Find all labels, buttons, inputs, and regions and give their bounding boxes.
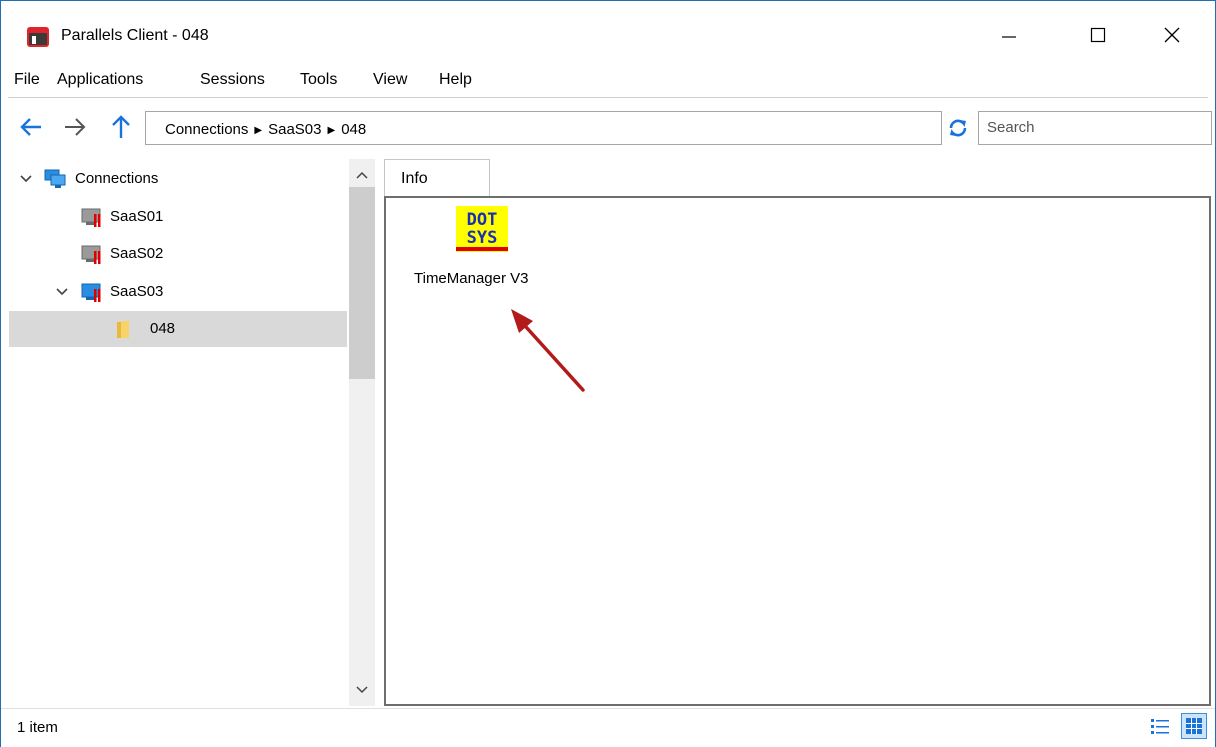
app-window: Parallels Client - 048 File Applications… (0, 0, 1216, 747)
server-connected-icon (81, 283, 101, 302)
scroll-up-button[interactable] (349, 163, 375, 187)
breadcrumb: Connections ▶ SaaS03 ▶ 048 (165, 121, 366, 138)
tree-item-saas03[interactable]: SaaS03 (9, 274, 347, 310)
chevron-down-icon[interactable] (54, 284, 70, 300)
annotation-arrow-icon (511, 309, 585, 392)
breadcrumb-separator-icon[interactable]: ▶ (327, 125, 335, 136)
dotsys-logo-icon: DOT SYS (456, 206, 508, 252)
window-title: Parallels Client - 048 (61, 27, 209, 44)
refresh-button[interactable] (945, 115, 971, 141)
breadcrumb-separator-icon[interactable]: ▶ (254, 125, 262, 136)
menu-view[interactable]: View (373, 71, 407, 89)
status-bar: 1 item (1, 708, 1215, 747)
menu-file[interactable]: File (14, 71, 40, 89)
tree-item-048[interactable]: 048 (9, 311, 347, 347)
breadcrumb-item[interactable]: SaaS03 (268, 121, 321, 138)
menu-help[interactable]: Help (439, 71, 472, 89)
refresh-icon (949, 119, 967, 137)
list-view-icon (1151, 719, 1169, 734)
tree-item-label: SaaS01 (110, 208, 164, 225)
status-text: 1 item (17, 719, 58, 736)
chevron-up-icon (356, 171, 368, 179)
up-button[interactable] (108, 113, 134, 141)
back-button[interactable] (18, 113, 44, 141)
server-disconnected-icon (81, 208, 101, 227)
tree-item-connections[interactable]: Connections (9, 161, 347, 197)
applications-view: DOT SYS TimeManager V3 (384, 196, 1211, 706)
connections-tree: Connections SaaS01 SaaS02 SaaS03 048 (9, 159, 375, 706)
app-label: TimeManager V3 (414, 270, 529, 287)
arrow-left-icon (20, 118, 41, 136)
server-disconnected-icon (81, 245, 101, 264)
monitor-icon (44, 169, 66, 188)
close-icon (1164, 27, 1180, 43)
tree-item-saas01[interactable]: SaaS01 (9, 199, 347, 235)
maximize-button[interactable] (1075, 15, 1121, 55)
app-item-timemanager[interactable]: DOT SYS TimeManager V3 (406, 202, 566, 298)
icon-view-button[interactable] (1181, 713, 1207, 739)
arrow-right-icon (65, 118, 86, 136)
chevron-down-icon (356, 686, 368, 694)
tree-item-saas02[interactable]: SaaS02 (9, 236, 347, 272)
close-button[interactable] (1149, 15, 1195, 55)
tab-info[interactable]: Info (384, 159, 490, 197)
forward-button[interactable] (62, 113, 88, 141)
menu-bar: File Applications Sessions Tools View He… (1, 65, 1215, 95)
arrow-up-icon (112, 115, 130, 138)
chevron-down-icon[interactable] (18, 171, 34, 187)
svg-text:DOT: DOT (467, 210, 498, 230)
breadcrumb-item[interactable]: Connections (165, 121, 248, 138)
minimize-button[interactable] (986, 15, 1032, 55)
menu-tools[interactable]: Tools (300, 71, 337, 89)
parallels-app-icon (27, 27, 49, 47)
menu-sessions[interactable]: Sessions (200, 71, 265, 89)
maximize-icon (1090, 27, 1106, 43)
tree-item-label: Connections (75, 170, 159, 187)
tree-item-label: 048 (150, 320, 176, 337)
scroll-down-button[interactable] (349, 678, 375, 702)
tree-item-label: SaaS03 (110, 283, 164, 300)
search-box (978, 111, 1212, 145)
toolbar: Connections ▶ SaaS03 ▶ 048 (1, 101, 1215, 153)
menu-divider (8, 97, 1208, 98)
list-view-button[interactable] (1147, 713, 1173, 739)
breadcrumb-item[interactable]: 048 (341, 121, 366, 138)
tree-item-label: SaaS02 (110, 245, 164, 262)
minimize-icon (1002, 36, 1016, 38)
menu-applications[interactable]: Applications (57, 71, 143, 89)
title-bar: Parallels Client - 048 (1, 1, 1215, 65)
tree-scrollbar[interactable] (349, 159, 375, 706)
svg-text:SYS: SYS (467, 228, 498, 248)
search-input[interactable] (979, 112, 1207, 142)
scroll-thumb[interactable] (349, 187, 375, 379)
grid-view-icon (1186, 718, 1202, 734)
content-pane: Info DOT SYS TimeManager V3 (384, 159, 1211, 706)
address-bar[interactable]: Connections ▶ SaaS03 ▶ 048 (145, 111, 942, 145)
tab-label: Info (401, 170, 428, 187)
folder-icon (117, 321, 129, 338)
